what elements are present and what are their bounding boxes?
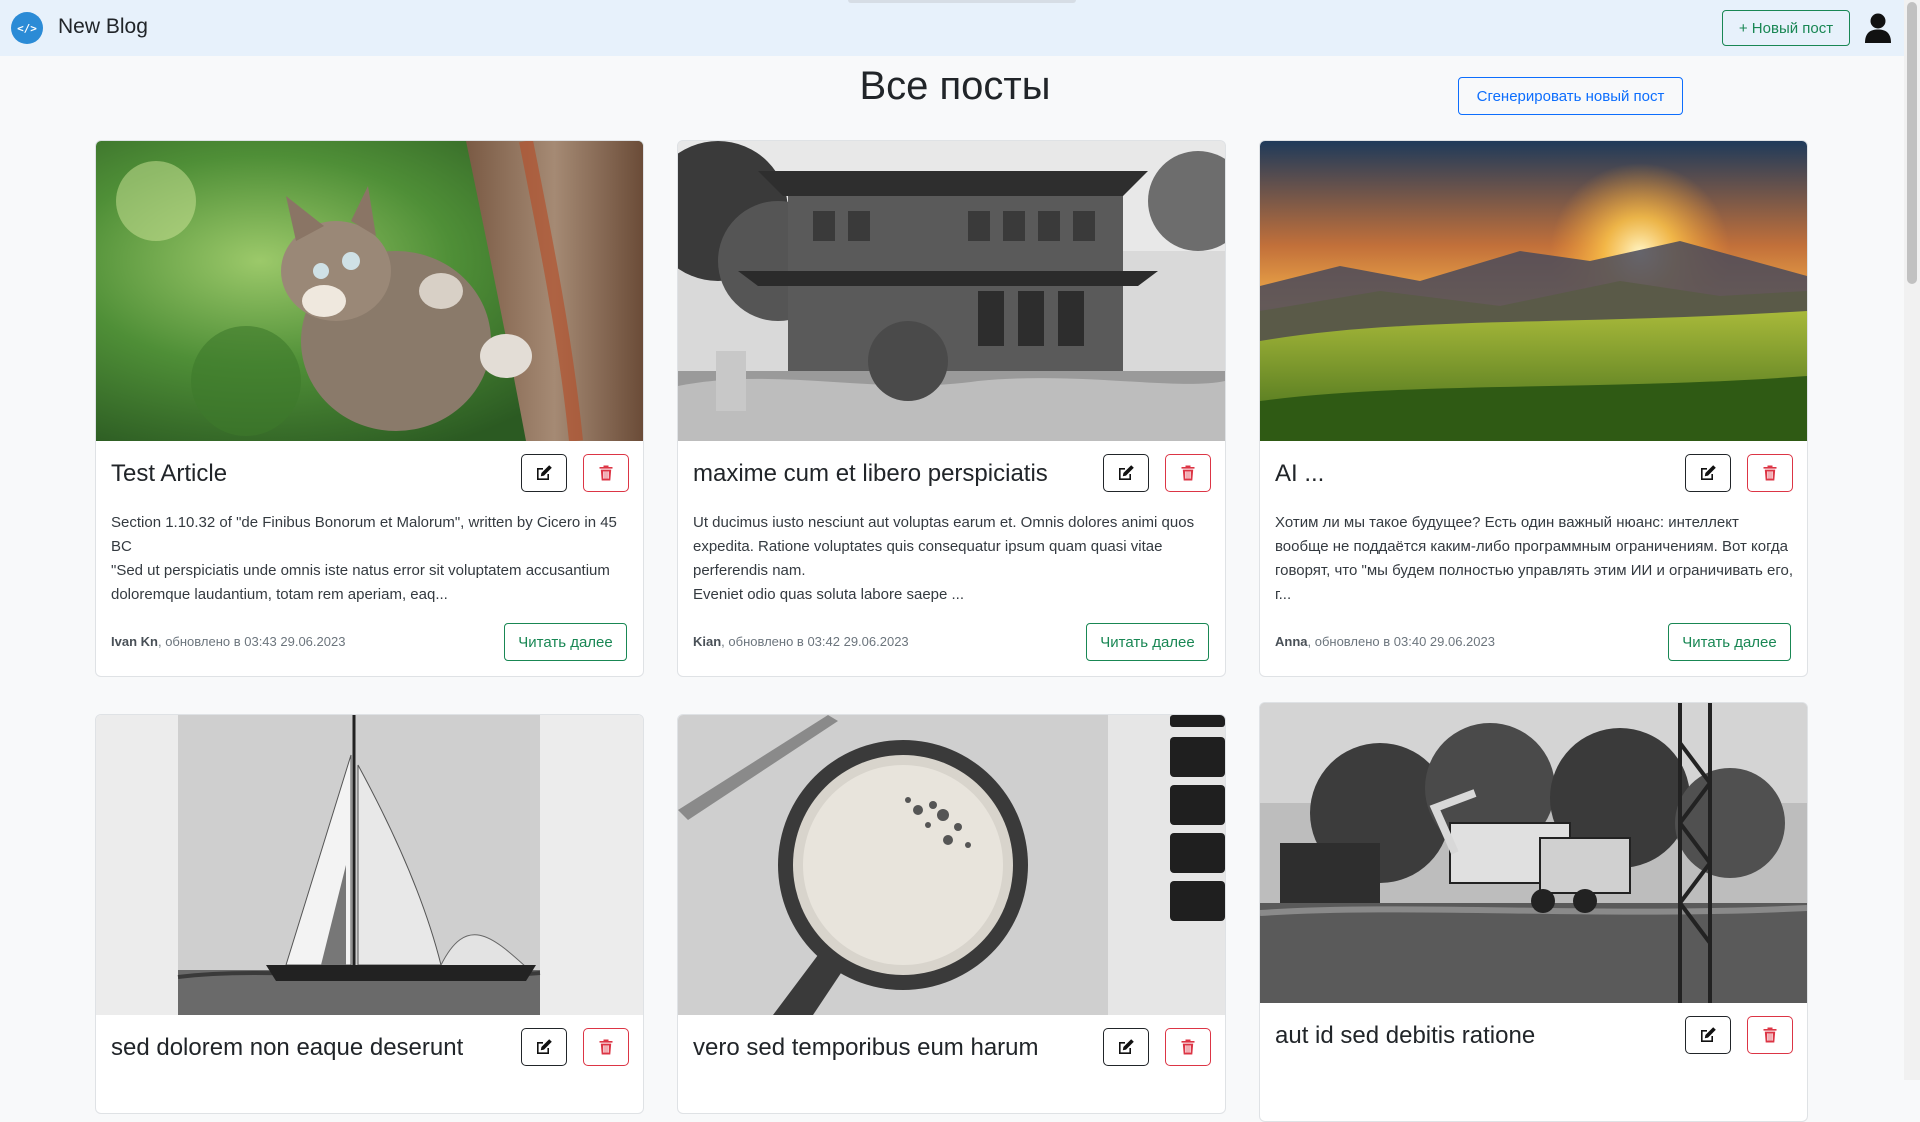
post-updated: , обновлено в 03:43 29.06.2023 [157,634,346,649]
edit-post-button[interactable] [1685,454,1731,492]
scrollbar-thumb[interactable] [1907,2,1917,284]
post-meta: Ivan Kn, обновлено в 03:43 29.06.2023 [111,634,345,649]
new-post-button[interactable]: + Новый пост [1722,10,1850,46]
edit-icon [1698,463,1718,483]
generate-post-button[interactable]: Сгенерировать новый пост [1458,77,1683,115]
edit-post-button[interactable] [1103,1028,1149,1066]
brand-name[interactable]: New Blog [58,15,148,39]
edit-icon [1698,1025,1718,1045]
post-excerpt: Ut ducimus iusto nesciunt aut voluptas e… [693,514,1195,603]
post-meta: Anna, обновлено в 03:40 29.06.2023 [1275,634,1495,649]
user-icon[interactable] [1864,13,1892,43]
post-image-coffee[interactable] [678,715,1225,1015]
top-handle [848,0,1076,3]
post-card: Test Article Section 1.10.32 of "de Fini… [95,140,644,677]
post-image-house[interactable] [678,141,1225,441]
edit-post-button[interactable] [1103,454,1149,492]
post-card: maxime cum et libero perspiciatis Ut duc… [677,140,1226,677]
edit-icon [1116,463,1136,483]
post-author: Anna [1275,634,1308,649]
post-card: vero sed temporibus eum harum [677,714,1226,1114]
post-updated: , обновлено в 03:40 29.06.2023 [1307,634,1495,649]
post-card: sed dolorem non eaque deserunt [95,714,644,1114]
post-image-kitten[interactable] [96,141,643,441]
post-image-excavator[interactable] [1260,703,1807,1003]
edit-post-button[interactable] [521,1028,567,1066]
edit-icon [534,1037,554,1057]
post-title[interactable]: sed dolorem non eaque deserunt [111,1034,463,1062]
post-title[interactable]: maxime cum et libero perspiciatis [693,460,1048,488]
delete-post-button[interactable] [583,454,629,492]
trash-icon [1760,1025,1780,1045]
brand-logo-icon[interactable]: </> [11,12,43,44]
edit-post-button[interactable] [1685,1016,1731,1054]
read-more-button[interactable]: Читать далее [1668,623,1791,661]
post-title[interactable]: vero sed temporibus eum harum [693,1034,1039,1062]
edit-post-button[interactable] [521,454,567,492]
delete-post-button[interactable] [583,1028,629,1066]
edit-icon [1116,1037,1136,1057]
post-updated: , обновлено в 03:42 29.06.2023 [721,634,909,649]
trash-icon [596,1037,616,1057]
post-card: aut id sed debitis ratione [1259,702,1808,1122]
post-card: AI ... Хотим ли мы такое будущее? Есть о… [1259,140,1808,677]
post-title[interactable]: aut id sed debitis ratione [1275,1022,1535,1050]
post-title[interactable]: AI ... [1275,460,1324,488]
delete-post-button[interactable] [1747,454,1793,492]
trash-icon [1760,463,1780,483]
post-title[interactable]: Test Article [111,460,227,488]
post-image-sailboat[interactable] [96,715,643,1015]
post-excerpt: Хотим ли мы такое будущее? Есть один важ… [1275,514,1794,603]
post-excerpt: Section 1.10.32 of "de Finibus Bonorum e… [111,514,617,603]
post-author: Kian [693,634,722,649]
read-more-button[interactable]: Читать далее [504,623,627,661]
read-more-button[interactable]: Читать далее [1086,623,1209,661]
delete-post-button[interactable] [1747,1016,1793,1054]
trash-icon [596,463,616,483]
delete-post-button[interactable] [1165,1028,1211,1066]
post-image-sunset[interactable] [1260,141,1807,441]
navbar: </> New Blog + Новый пост [0,0,1904,56]
trash-icon [1178,1037,1198,1057]
edit-icon [534,463,554,483]
delete-post-button[interactable] [1165,454,1211,492]
post-author: Ivan Kn [111,634,158,649]
post-meta: Kian, обновлено в 03:42 29.06.2023 [693,634,909,649]
trash-icon [1178,463,1198,483]
